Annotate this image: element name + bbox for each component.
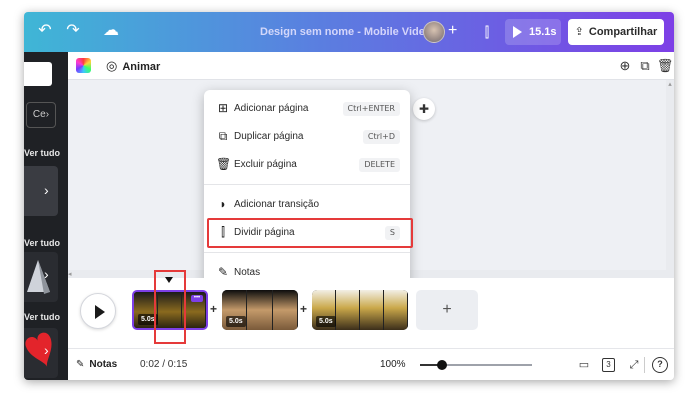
see-all-link[interactable]: Ver tudo <box>24 312 60 322</box>
duplicate-icon: ⧉ <box>218 129 228 143</box>
duplicate-page-icon[interactable]: ⧉ <box>636 57 654 75</box>
menu-item-delete-page[interactable]: 🗑 Excluir página DELETE <box>204 152 410 178</box>
sticker-thumbnail[interactable]: › <box>24 328 58 378</box>
notes-icon: ✎ <box>76 359 85 370</box>
zoom-slider[interactable] <box>420 360 532 370</box>
timeline-clip[interactable]: 5.0s <box>312 290 408 330</box>
page-context-menu: ⊞ Adicionar página Ctrl+ENTER ⧉ Duplicar… <box>204 90 410 293</box>
invite-plus-icon[interactable]: + <box>448 20 457 42</box>
add-page-button[interactable]: + <box>416 290 478 330</box>
chevron-right-icon[interactable]: › <box>44 266 49 282</box>
category-pill-label: Ce <box>32 109 46 120</box>
share-icon: ⇪ <box>574 26 584 38</box>
menu-item-duplicate-page[interactable]: ⧉ Duplicar página Ctrl+D <box>204 124 410 150</box>
trash-icon: 🗑 <box>216 157 232 171</box>
share-button[interactable]: ⇪ Compartilhar <box>568 19 664 45</box>
add-page-icon[interactable]: ⊕ <box>616 57 634 75</box>
timecode: 0:02 / 0:15 <box>140 359 188 370</box>
app-window: ↶ ↷ ☁ Design sem nome - Mobile Video + ⫿… <box>24 12 674 380</box>
chevron-right-icon[interactable]: › <box>44 182 49 198</box>
menu-item-label: Adicionar transição <box>234 199 320 210</box>
menu-divider <box>204 252 410 253</box>
add-between-icon[interactable]: + <box>300 302 307 316</box>
vertical-scrollbar[interactable]: ▴ <box>666 80 674 278</box>
shortcut-badge: DELETE <box>359 158 400 172</box>
editor-toolbar: ◎ Animar ⊕ ⧉ 🗑 <box>68 52 674 80</box>
timeline-view-icon[interactable]: ▭ <box>576 357 592 373</box>
see-all-link[interactable]: Ver tudo <box>24 238 60 248</box>
bottom-bar: ✎ Notas 0:02 / 0:15 100% ▭ 3 ⤢ ? <box>68 348 674 380</box>
notes-button[interactable]: ✎ Notas <box>76 349 117 380</box>
comment-add-icon[interactable]: ✚ <box>413 98 435 120</box>
document-title[interactable]: Design sem nome - Mobile Video <box>260 12 432 52</box>
menu-divider <box>204 184 410 185</box>
timeline-clip[interactable]: 5.0s <box>222 290 298 330</box>
page-count-icon[interactable]: 3 <box>602 358 615 372</box>
fullscreen-icon[interactable]: ⤢ <box>626 357 642 373</box>
shortcut-badge: Ctrl+D <box>362 130 400 144</box>
menu-item-label: Excluir página <box>234 159 297 170</box>
help-icon[interactable]: ? <box>652 357 668 373</box>
play-duration: 15.1s <box>529 26 557 38</box>
highlight-annotation <box>207 218 413 248</box>
cloud-sync-icon[interactable]: ☁ <box>100 20 122 42</box>
play-icon <box>95 305 105 319</box>
animate-icon: ◎ <box>106 58 118 73</box>
zoom-percentage[interactable]: 100% <box>380 349 406 380</box>
menu-item-label: Duplicar página <box>234 131 304 142</box>
clip-frame <box>247 290 273 330</box>
clip-options-icon[interactable]: ••• <box>191 295 203 302</box>
add-page-icon: ⊞ <box>217 101 229 115</box>
menu-item-add-page[interactable]: ⊞ Adicionar página Ctrl+ENTER <box>204 96 410 122</box>
clip-frame <box>360 290 384 330</box>
menu-item-add-transition[interactable]: ◗ Adicionar transição <box>204 192 410 218</box>
animate-button[interactable]: ◎ Animar <box>106 52 160 80</box>
notes-label: Notas <box>89 359 118 370</box>
share-label: Compartilhar <box>588 26 658 38</box>
category-pill[interactable]: Ce› <box>26 102 56 128</box>
insights-icon[interactable]: ⫿ <box>476 21 498 43</box>
zoom-slider-knob[interactable] <box>437 360 448 370</box>
element-thumbnail[interactable]: › <box>24 166 58 216</box>
see-all-link[interactable]: Ver tudo <box>24 148 60 158</box>
clip-duration: 5.0s <box>226 316 246 327</box>
left-side-panel: Ce› Ver tudo › Ver tudo › Ver tudo › <box>24 52 68 380</box>
add-between-icon[interactable]: + <box>210 302 217 316</box>
timeline-play-button[interactable] <box>80 293 116 329</box>
clip-duration: 5.0s <box>316 316 336 327</box>
redo-icon[interactable]: ↷ <box>62 20 84 42</box>
shape-thumbnail[interactable]: › <box>24 252 58 302</box>
chevron-right-icon[interactable]: › <box>44 342 49 358</box>
play-preview-button[interactable]: 15.1s <box>505 19 561 45</box>
clip-frame <box>272 290 298 330</box>
animate-label: Animar <box>122 61 161 73</box>
avatar[interactable] <box>423 21 445 43</box>
top-bar: ↶ ↷ ☁ Design sem nome - Mobile Video + ⫿… <box>24 12 674 52</box>
color-picker-icon[interactable] <box>76 58 91 73</box>
shortcut-badge: Ctrl+ENTER <box>342 102 400 116</box>
play-icon <box>513 26 522 39</box>
playhead-highlight-annotation <box>154 270 186 344</box>
divider <box>644 357 645 373</box>
cone-shape-icon <box>27 260 50 294</box>
undo-icon[interactable]: ↶ <box>34 20 56 42</box>
clip-frame <box>384 290 408 330</box>
delete-page-icon[interactable]: 🗑 <box>656 57 674 75</box>
clip-frame <box>336 290 360 330</box>
heart-shape-icon <box>25 332 52 367</box>
search-input[interactable] <box>24 62 52 86</box>
transition-icon: ◗ <box>219 197 227 211</box>
menu-item-label: Adicionar página <box>234 103 309 114</box>
